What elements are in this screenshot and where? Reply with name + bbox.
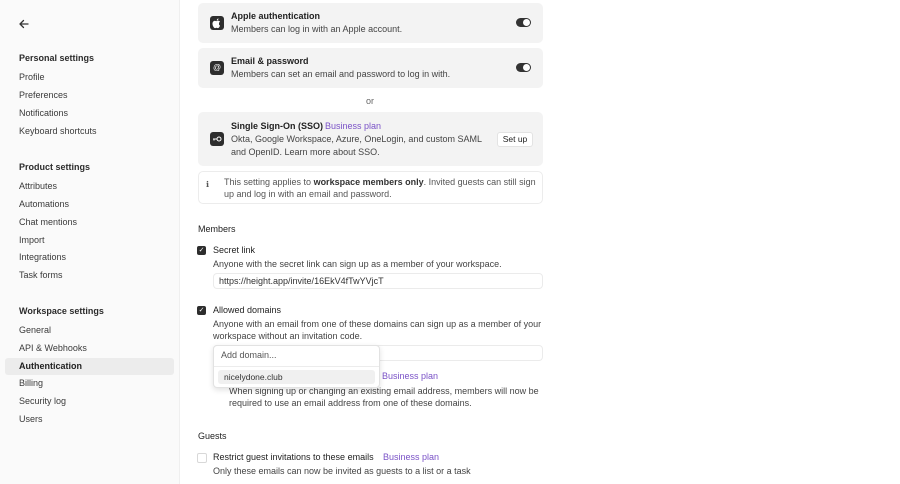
apple-auth-title: Apple authentication — [231, 11, 321, 21]
sso-desc-line1: Okta, Google Workspace, Azure, OneLogin,… — [231, 134, 482, 144]
restrict-guests-title: Restrict guest invitations to these emai… — [213, 452, 374, 462]
email-auth-toggle[interactable] — [516, 63, 531, 72]
email-auth-card: @ Email & password Members can set an em… — [198, 48, 543, 88]
note-suffix: . Invited guests can still sign — [423, 177, 536, 187]
at-icon: @ — [210, 61, 224, 75]
sso-setup-button[interactable]: Set up — [497, 132, 533, 147]
allowed-domains-checkbox[interactable]: ✓ — [197, 306, 206, 315]
authentication-settings: Apple authentication Members can log in … — [0, 0, 900, 484]
restrict-desc-line2: required to use an email address from on… — [229, 398, 472, 408]
allowed-domains-desc-line2: workspace without an invitation code. — [213, 331, 363, 341]
guests-heading: Guests — [198, 431, 227, 441]
members-heading: Members — [198, 224, 236, 234]
or-divider: or — [366, 96, 375, 106]
apple-icon — [210, 16, 224, 30]
note-prefix: This setting applies to — [224, 177, 314, 187]
restrict-guests-checkbox[interactable] — [197, 453, 207, 463]
allowed-domains-title: Allowed domains — [213, 305, 282, 315]
note-bold: workspace members only — [313, 177, 424, 187]
add-domain-input[interactable]: Add domain... — [221, 350, 277, 360]
secret-link-url-field[interactable]: https://height.app/invite/16EkV4fTwYVjcT — [213, 273, 543, 289]
apple-auth-toggle[interactable] — [516, 18, 531, 27]
domain-option[interactable]: nicelydone.club — [218, 370, 375, 384]
email-auth-title: Email & password — [231, 56, 309, 66]
restrict-business-plan-badge[interactable]: Business plan — [382, 371, 438, 381]
sso-card: Single Sign-On (SSO) Business plan Okta,… — [198, 112, 543, 166]
note-line2: up and log in with an email and password… — [224, 189, 392, 199]
email-auth-desc: Members can set an email and password to… — [231, 69, 451, 79]
workspace-members-note: ℹ This setting applies to workspace memb… — [198, 171, 543, 204]
secret-link-checkbox[interactable]: ✓ — [197, 246, 206, 255]
sso-desc-line2: and OpenID. Learn more about SSO. — [231, 147, 380, 157]
sso-business-plan-badge[interactable]: Business plan — [325, 121, 381, 131]
secret-link-desc: Anyone with the secret link can sign up … — [213, 259, 502, 269]
sso-title: Single Sign-On (SSO) — [231, 121, 323, 131]
key-icon — [210, 132, 224, 146]
info-icon: ℹ — [206, 180, 210, 189]
dropdown-divider — [214, 366, 379, 367]
apple-auth-desc: Members can log in with an Apple account… — [231, 24, 403, 34]
restrict-guests-desc: Only these emails can now be invited as … — [213, 466, 471, 476]
add-domain-dropdown: Add domain... nicelydone.club — [213, 345, 380, 388]
guests-business-plan-badge[interactable]: Business plan — [383, 452, 439, 462]
secret-link-title: Secret link — [213, 245, 256, 255]
apple-auth-card: Apple authentication Members can log in … — [198, 3, 543, 43]
